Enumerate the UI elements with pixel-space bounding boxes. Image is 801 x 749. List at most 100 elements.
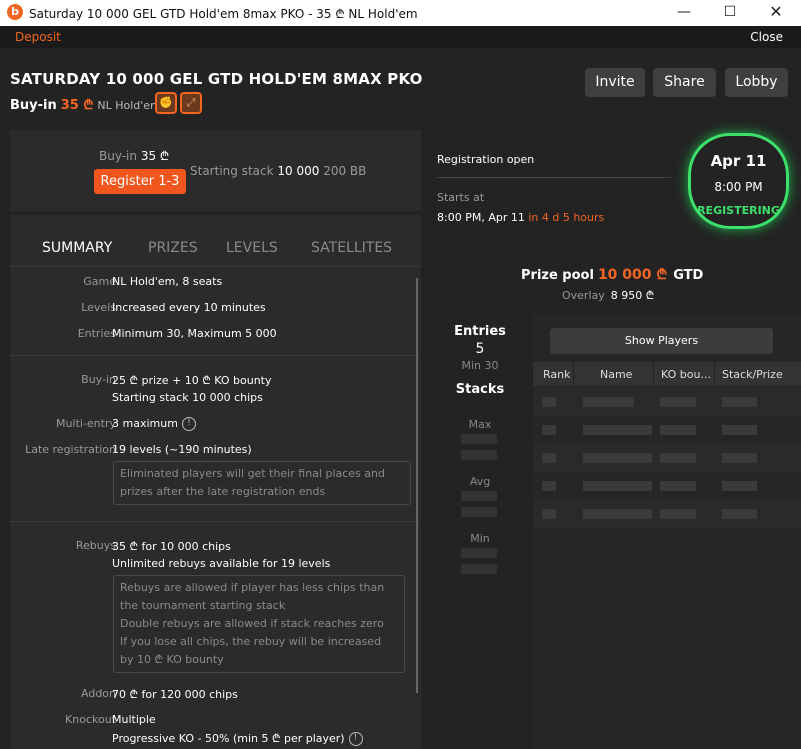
reg-buyin-value: 35 ₾ — [140, 149, 170, 163]
starts-at-value: 8:00 PM, Apr 11 — [437, 211, 525, 224]
cell-placeholder — [722, 509, 757, 519]
entries-panel: Entries 5 Min 30 Stacks Max Avg Min — [427, 314, 533, 749]
summary-row-knockout: Knockout Multiple Progressive KO - 50% (… — [10, 713, 421, 749]
cell-placeholder — [583, 453, 652, 463]
col-separator — [714, 362, 715, 386]
cell-placeholder — [660, 397, 696, 407]
col-rank[interactable]: Rank — [543, 368, 570, 381]
reg-buyin-label: Buy-in — [99, 149, 137, 163]
rebuys-note-2: Double rebuys are allowed if stack reach… — [120, 617, 384, 630]
tab-prizes[interactable]: PRIZES — [148, 240, 198, 256]
prize-pool-gtd: GTD — [673, 268, 704, 283]
header-buyin: Buy-in 35 ₾ NL Hold'em — [10, 95, 161, 113]
starting-stack: Starting stack 10 000 200 BB — [190, 164, 366, 178]
registration-panel: Buy-in 35 ₾ Register 1-3 Starting stack … — [10, 130, 421, 211]
cell-placeholder — [722, 397, 757, 407]
table-row — [533, 471, 801, 499]
cell-placeholder — [542, 425, 556, 435]
late-value: 19 levels (~190 minutes) — [112, 443, 252, 456]
col-ko-bounty[interactable]: KO bou... — [661, 368, 711, 381]
stack-bb: 200 BB — [323, 164, 367, 178]
badge-state: REGISTERING — [697, 204, 780, 217]
tab-satellites[interactable]: SATELLITES — [311, 240, 392, 256]
entries-value: Minimum 30, Maximum 5 000 — [112, 327, 277, 340]
cell-placeholder — [583, 397, 634, 407]
divider — [10, 521, 421, 522]
cell-placeholder — [660, 453, 696, 463]
starts-at: 8:00 PM, Apr 11 in 4 d 5 hours — [437, 211, 604, 224]
entries-label: Entries — [454, 324, 506, 339]
lobby-button[interactable]: Lobby — [725, 68, 788, 97]
summary-panel: Game NL Hold'em, 8 seats Levels Increase… — [10, 266, 421, 749]
rebuys-note-1: Rebuys are allowed if player has less ch… — [120, 581, 385, 612]
rebuys-value: 35 ₾ for 10 000 chips — [112, 540, 231, 553]
overlay-label: Overlay — [562, 289, 605, 302]
stack-min-placeholder — [461, 548, 497, 558]
tab-summary[interactable]: SUMMARY — [42, 240, 112, 256]
knockout-value-2: Progressive KO - 50% (min 5 ₾ per player… — [112, 732, 345, 745]
stack-max-placeholder — [461, 450, 497, 460]
prize-pool: Prize pool 10 000 ₾ GTD — [521, 265, 703, 284]
divider — [10, 355, 421, 356]
rebuys-key: Rebuys — [75, 539, 116, 552]
close-window-icon[interactable]: ✕ — [753, 0, 799, 26]
addon-key: Addon — [81, 687, 116, 700]
registering-badge: Apr 11 8:00 PM REGISTERING — [688, 133, 789, 229]
cell-placeholder — [722, 453, 757, 463]
close-link[interactable]: Close — [750, 30, 783, 44]
badge-date: Apr 11 — [710, 152, 767, 170]
maximize-icon[interactable]: ☐ — [707, 0, 753, 26]
prize-pool-panel: Prize pool 10 000 ₾ GTD Overlay 8 950 ₾ — [427, 252, 801, 314]
minimize-icon[interactable]: — — [661, 0, 707, 26]
show-players-button[interactable]: Show Players — [550, 328, 773, 354]
knockout-detail: Progressive KO - 50% (min 5 ₾ per player… — [112, 731, 363, 746]
rebuys-value-2: Unlimited rebuys available for 19 levels — [112, 557, 331, 570]
players-panel: Show Players Rank Name KO bou... Stack/P… — [533, 314, 801, 749]
overlay-value: 8 950 ₾ — [610, 289, 655, 302]
prize-pool-amount: 10 000 ₾ — [597, 267, 668, 283]
entries-count: 5 — [475, 341, 485, 357]
cell-placeholder — [660, 481, 696, 491]
game-value: NL Hold'em, 8 seats — [112, 275, 223, 288]
tournament-title: SATURDAY 10 000 GEL GTD HOLD'EM 8MAX PKO — [10, 70, 423, 88]
status-panel: Registration open Starts at 8:00 PM, Apr… — [427, 130, 801, 248]
share-button[interactable]: Share — [653, 68, 716, 97]
info-tabs: SUMMARY PRIZES LEVELS SATELLITES — [10, 215, 421, 266]
tab-levels[interactable]: LEVELS — [226, 240, 278, 256]
badge-time: 8:00 PM — [714, 180, 763, 194]
knockout-value: Multiple — [112, 713, 156, 726]
cell-placeholder — [583, 509, 652, 519]
info-icon[interactable]: ! — [181, 417, 196, 431]
multi-entry: 3 maximum! — [112, 417, 196, 431]
reg-buyin: Buy-in 35 ₾ — [99, 147, 169, 164]
rebuy-expand-icon[interactable]: ⤢ — [180, 92, 202, 114]
starts-in: in 4 d 5 hours — [528, 211, 605, 224]
levels-key: Levels — [81, 301, 116, 314]
register-button[interactable]: Register 1-3 — [94, 169, 186, 194]
addon-value: 70 ₾ for 120 000 chips — [112, 688, 238, 701]
stack-avg-label: Avg — [469, 475, 491, 488]
stack-min-label: Min — [470, 532, 490, 545]
table-row — [533, 443, 801, 471]
col-stack-prize[interactable]: Stack/Prize — [722, 368, 783, 381]
info-icon[interactable]: ! — [348, 732, 363, 746]
table-row — [533, 499, 801, 527]
summary-scrollbar[interactable] — [416, 278, 418, 693]
divider — [10, 266, 421, 267]
buyin-value-2: Starting stack 10 000 chips — [112, 391, 263, 404]
col-name[interactable]: Name — [600, 368, 632, 381]
cell-placeholder — [722, 425, 757, 435]
levels-value: Increased every 10 minutes — [112, 301, 266, 314]
starts-at-label: Starts at — [437, 191, 485, 204]
bounty-fist-icon[interactable]: ✊ — [155, 92, 177, 114]
deposit-link[interactable]: Deposit — [15, 30, 61, 44]
stack-avg-placeholder — [461, 491, 497, 501]
stack-max-label: Max — [468, 418, 492, 431]
top-bar: Deposit Close — [0, 26, 801, 48]
invite-button[interactable]: Invite — [585, 68, 645, 97]
cell-placeholder — [583, 481, 652, 491]
entries-min: Min 30 — [461, 359, 499, 372]
stack-avg-placeholder — [461, 507, 497, 517]
knockout-key: Knockout — [65, 713, 116, 726]
buyin-label: Buy-in — [10, 98, 57, 113]
